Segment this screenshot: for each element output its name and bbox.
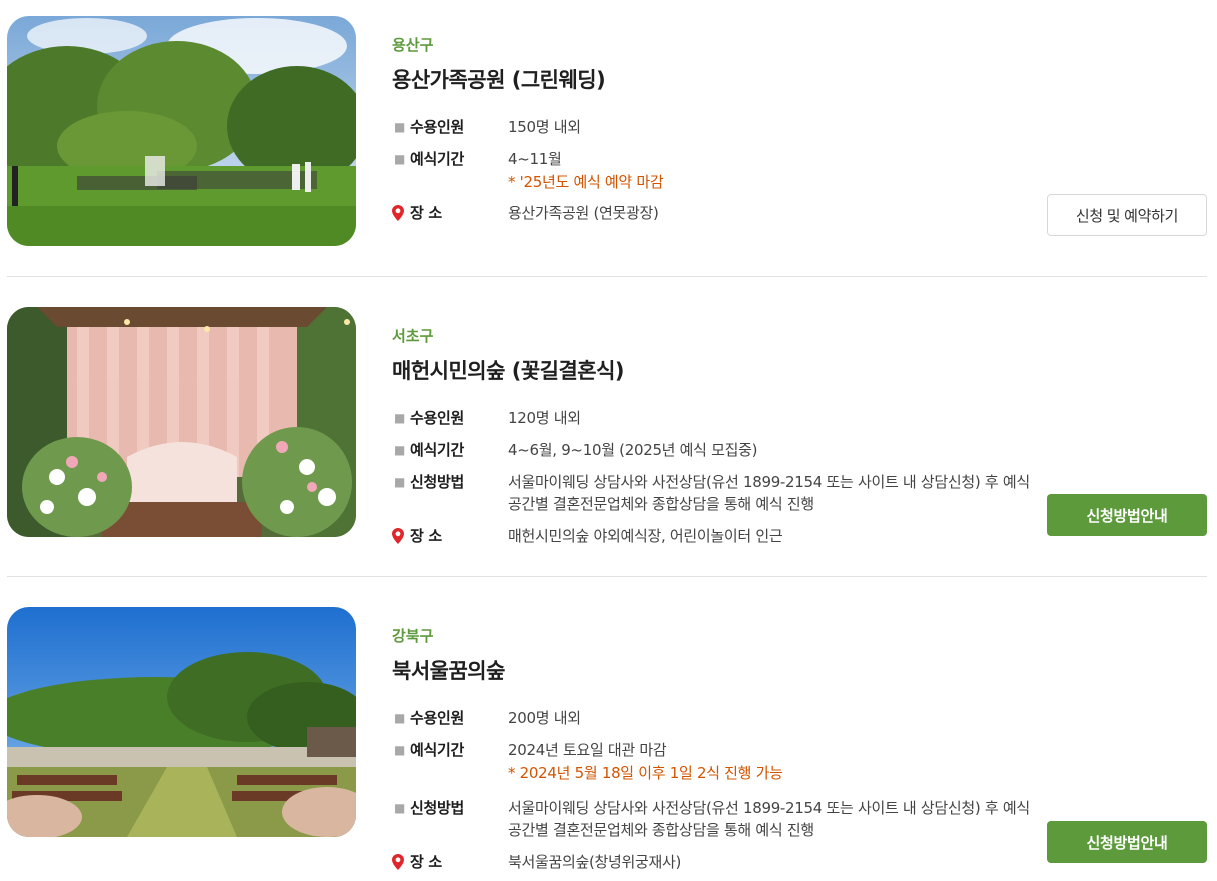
period-label: 예식기간 (410, 741, 465, 759)
venue-photo-seocho[interactable] (7, 307, 356, 537)
square-bullet-icon: ■ (394, 152, 406, 166)
venue-name: 북서울꿈의숲 (392, 659, 505, 683)
place-value: 매헌시민의숲 야외예식장, 어린이놀이터 인근 (508, 527, 783, 545)
period-note: * 2024년 5월 18일 이후 1일 2식 진행 가능 (508, 764, 783, 782)
venue-card-yongsan: 용산구 용산가족공원 (그린웨딩) ■ 수용인원 150명 내외 ■ 예식기간 … (7, 16, 1207, 256)
district-label: 서초구 (392, 327, 434, 345)
place-value: 북서울꿈의숲(창녕위궁재사) (508, 853, 682, 871)
apply-reserve-button[interactable]: 신청 및 예약하기 (1047, 194, 1207, 236)
period-label: 예식기간 (410, 150, 465, 168)
venue-name: 용산가족공원 (그린웨딩) (392, 68, 606, 92)
district-label: 강북구 (392, 627, 434, 645)
venue-photo-gangbuk[interactable] (7, 607, 356, 837)
application-guide-button[interactable]: 신청방법안내 (1047, 494, 1207, 536)
period-value: 2024년 토요일 대관 마감 (508, 741, 667, 759)
capacity-row: ■ 수용인원 120명 내외 (392, 407, 1032, 429)
place-label: 장 소 (410, 853, 442, 871)
method-value: 서울마이웨딩 상담사와 사전상담(유선 1899-2154 또는 사이트 내 상… (508, 473, 1030, 513)
square-bullet-icon: ■ (394, 443, 406, 457)
capacity-label: 수용인원 (410, 118, 465, 136)
location-pin-icon (392, 205, 404, 221)
method-label: 신청방법 (410, 799, 465, 817)
method-label: 신청방법 (410, 473, 465, 491)
square-bullet-icon: ■ (394, 411, 406, 425)
capacity-row: ■ 수용인원 200명 내외 (392, 707, 1032, 729)
period-row: ■ 예식기간 4~11월 * '25년도 예식 예약 마감 (392, 148, 1032, 192)
place-label: 장 소 (410, 527, 442, 545)
method-row: ■ 신청방법 서울마이웨딩 상담사와 사전상담(유선 1899-2154 또는 … (392, 797, 1032, 841)
method-value: 서울마이웨딩 상담사와 사전상담(유선 1899-2154 또는 사이트 내 상… (508, 799, 1030, 839)
period-row: ■ 예식기간 4~6월, 9~10월 (2025년 예식 모집중) (392, 439, 1032, 461)
square-bullet-icon: ■ (394, 711, 406, 725)
capacity-label: 수용인원 (410, 709, 465, 727)
place-row: 장 소 북서울꿈의숲(창녕위궁재사) (392, 851, 1032, 873)
period-label: 예식기간 (410, 441, 465, 459)
method-row: ■ 신청방법 서울마이웨딩 상담사와 사전상담(유선 1899-2154 또는 … (392, 471, 1032, 515)
venue-card-gangbuk: 강북구 북서울꿈의숲 ■ 수용인원 200명 내외 ■ 예식기간 2024년 토… (7, 607, 1207, 877)
district-label: 용산구 (392, 36, 434, 54)
period-value: 4~11월 (508, 150, 562, 168)
place-value: 용산가족공원 (연못광장) (508, 204, 659, 222)
square-bullet-icon: ■ (394, 743, 406, 757)
capacity-row: ■ 수용인원 150명 내외 (392, 116, 1032, 138)
venue-name: 매헌시민의숲 (꽃길결혼식) (392, 359, 625, 383)
period-value-group: 2024년 토요일 대관 마감 * 2024년 5월 18일 이후 1일 2식 … (508, 739, 1032, 784)
square-bullet-icon: ■ (394, 475, 406, 489)
divider (7, 576, 1207, 577)
location-pin-icon (392, 854, 404, 870)
capacity-value: 200명 내외 (508, 709, 581, 727)
venue-photo-yongsan[interactable] (7, 16, 356, 246)
application-guide-button[interactable]: 신청방법안내 (1047, 821, 1207, 863)
capacity-value: 120명 내외 (508, 409, 581, 427)
square-bullet-icon: ■ (394, 801, 406, 815)
period-value-group: 4~11월 * '25년도 예식 예약 마감 (508, 148, 1032, 193)
place-row: 장 소 용산가족공원 (연못광장) (392, 202, 1032, 224)
place-label: 장 소 (410, 204, 442, 222)
venue-card-seocho: 서초구 매헌시민의숲 (꽃길결혼식) ■ 수용인원 120명 내외 ■ 예식기간… (7, 307, 1207, 547)
square-bullet-icon: ■ (394, 120, 406, 134)
divider (7, 276, 1207, 277)
location-pin-icon (392, 528, 404, 544)
place-row: 장 소 매헌시민의숲 야외예식장, 어린이놀이터 인근 (392, 525, 1032, 547)
period-value: 4~6월, 9~10월 (2025년 예식 모집중) (508, 441, 758, 459)
capacity-label: 수용인원 (410, 409, 465, 427)
period-row: ■ 예식기간 2024년 토요일 대관 마감 * 2024년 5월 18일 이후… (392, 739, 1032, 783)
period-note: * '25년도 예식 예약 마감 (508, 173, 664, 191)
capacity-value: 150명 내외 (508, 118, 581, 136)
